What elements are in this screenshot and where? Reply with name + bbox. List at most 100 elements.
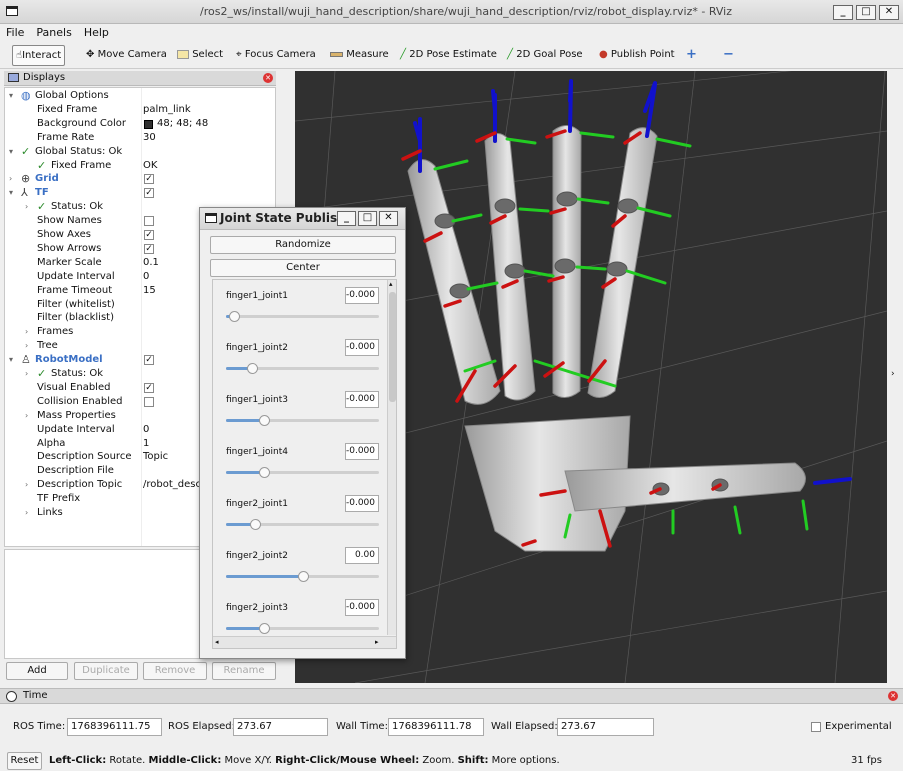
collapsed-arrow-icon[interactable]: › xyxy=(25,367,33,381)
wall-time-field[interactable]: 1768396111.78 xyxy=(388,718,484,736)
joint-value-field[interactable]: -0.000 xyxy=(345,495,379,512)
slider-handle[interactable] xyxy=(259,415,271,426)
slider-handle[interactable] xyxy=(259,623,271,634)
display-row-checkbox[interactable]: ✓ xyxy=(144,382,154,393)
expand-arrow-icon[interactable]: ▾ xyxy=(9,186,17,200)
joint-value-field[interactable]: 0.00 xyxy=(345,547,379,564)
scroll-handle[interactable] xyxy=(389,292,396,402)
display-tree-row[interactable]: ✓ Fixed Frame OK xyxy=(5,159,275,173)
display-row-value[interactable]: /robot_descr xyxy=(143,478,205,492)
joint-value-field[interactable]: -0.000 xyxy=(345,339,379,356)
select-tool-button[interactable]: Select xyxy=(174,45,226,66)
joint-value-field[interactable]: -0.000 xyxy=(345,287,379,304)
scroll-up-icon[interactable]: ▴ xyxy=(389,280,393,288)
slider-handle[interactable] xyxy=(250,519,262,530)
jsp-close-button[interactable]: ✕ xyxy=(379,211,398,226)
slider-handle[interactable] xyxy=(228,311,240,322)
display-tree-row[interactable]: Frame Rate 30 xyxy=(5,131,275,145)
display-tree-row[interactable]: ▾ ◍ Global Options xyxy=(5,89,275,103)
joint-value-field[interactable]: -0.000 xyxy=(345,599,379,616)
display-tree-row[interactable]: › ⊕ Grid ✓ xyxy=(5,172,275,186)
expand-arrow-icon[interactable]: ▾ xyxy=(9,89,17,103)
display-row-checkbox[interactable]: ✓ xyxy=(144,188,154,199)
window-menu-icon[interactable] xyxy=(6,6,18,16)
close-panel-icon[interactable]: ✕ xyxy=(263,73,273,83)
jsp-title-bar[interactable]: Joint State Publis... _ □ ✕ xyxy=(200,208,405,230)
ros-elapsed-field[interactable]: 273.67 xyxy=(233,718,328,736)
display-row-checkbox[interactable]: ✓ xyxy=(144,355,154,366)
display-row-value[interactable]: 1 xyxy=(143,437,149,451)
reset-button[interactable]: Reset xyxy=(7,752,42,770)
joint-value-field[interactable]: -0.000 xyxy=(345,391,379,408)
slider-handle[interactable] xyxy=(259,467,271,478)
joint-slider-list[interactable]: ▴ ◂ ▸ finger1_joint1 -0.000 finger1_joint2… xyxy=(212,279,397,649)
display-row-value[interactable]: 0 xyxy=(143,423,149,437)
display-row-value[interactable]: palm_link xyxy=(143,103,191,117)
menu-panels[interactable]: Panels xyxy=(30,24,77,41)
add-tool-icon[interactable]: + xyxy=(683,45,700,66)
expand-arrow-icon[interactable]: ▾ xyxy=(9,145,17,159)
display-row-value[interactable]: OK xyxy=(143,159,157,173)
collapsed-arrow-icon[interactable]: › xyxy=(9,172,17,186)
pose-estimate-tool-button[interactable]: ╱ 2D Pose Estimate xyxy=(397,45,500,66)
center-button[interactable]: Center xyxy=(210,259,396,277)
interact-tool-button[interactable]: ☝Interact xyxy=(12,45,66,66)
display-tree-row[interactable]: Background Color 48; 48; 48 xyxy=(5,117,275,131)
ros-time-field[interactable]: 1768396111.75 xyxy=(67,718,162,736)
close-button[interactable]: ✕ xyxy=(879,5,899,20)
jsp-window-menu-icon[interactable] xyxy=(205,213,217,223)
menu-file[interactable]: File xyxy=(0,24,30,41)
maximize-button[interactable]: □ xyxy=(856,5,876,20)
joint-slider[interactable] xyxy=(226,311,379,322)
remove-tool-icon[interactable]: − xyxy=(720,45,737,66)
close-time-panel-icon[interactable]: ✕ xyxy=(888,691,898,701)
joint-slider[interactable] xyxy=(226,363,379,374)
measure-tool-button[interactable]: Measure xyxy=(327,45,392,66)
background-color-swatch[interactable] xyxy=(144,119,153,129)
joint-slider[interactable] xyxy=(226,623,379,634)
experimental-checkbox[interactable] xyxy=(811,722,821,732)
jsp-minimize-button[interactable]: _ xyxy=(337,211,356,226)
expand-arrow-icon[interactable]: ▾ xyxy=(9,353,17,367)
add-display-button[interactable]: Add xyxy=(6,662,68,680)
joint-slider[interactable] xyxy=(226,415,379,426)
randomize-button[interactable]: Randomize xyxy=(210,236,396,254)
goal-pose-tool-button[interactable]: ╱ 2D Goal Pose xyxy=(504,45,586,66)
display-row-value[interactable]: Topic xyxy=(143,450,168,464)
publish-point-tool-button[interactable]: ● Publish Point xyxy=(596,45,678,66)
display-tree-row[interactable]: ▾ ✓ Global Status: Ok xyxy=(5,145,275,159)
joint-state-publisher-window[interactable]: Joint State Publis... _ □ ✕ Randomize Ce… xyxy=(199,207,406,659)
rename-display-button[interactable]: Rename xyxy=(212,662,276,680)
joint-slider[interactable] xyxy=(226,467,379,478)
viewport-side-handle[interactable]: › xyxy=(887,71,903,683)
display-row-checkbox[interactable]: ✓ xyxy=(144,174,154,185)
display-row-value[interactable]: 30 xyxy=(143,131,156,145)
display-row-value[interactable]: 15 xyxy=(143,284,156,298)
joint-slider[interactable] xyxy=(226,519,379,530)
slider-handle[interactable] xyxy=(247,363,258,374)
vertical-scrollbar[interactable]: ▴ xyxy=(387,280,396,635)
joint-value-field[interactable]: -0.000 xyxy=(345,443,379,460)
collapsed-arrow-icon[interactable]: › xyxy=(25,200,33,214)
menu-help[interactable]: Help xyxy=(78,24,115,41)
joint-slider[interactable] xyxy=(226,571,379,582)
display-row-value[interactable]: 0.1 xyxy=(143,256,159,270)
duplicate-display-button[interactable]: Duplicate xyxy=(74,662,138,680)
display-row-value[interactable]: 48; 48; 48 xyxy=(157,117,208,131)
collapsed-arrow-icon[interactable]: › xyxy=(25,478,33,492)
display-row-checkbox[interactable]: ✓ xyxy=(144,243,154,254)
collapsed-arrow-icon[interactable]: › xyxy=(25,339,33,353)
minimize-button[interactable]: _ xyxy=(833,5,853,20)
display-tree-row[interactable]: ▾ ⅄ TF ✓ xyxy=(5,186,275,200)
jsp-maximize-button[interactable]: □ xyxy=(358,211,377,226)
slider-handle[interactable] xyxy=(297,571,309,582)
focus-camera-tool-button[interactable]: ⌖ Focus Camera xyxy=(233,45,319,66)
move-camera-tool-button[interactable]: ✥ Move Camera xyxy=(83,45,170,66)
display-row-checkbox[interactable]: ✓ xyxy=(144,230,154,240)
collapsed-arrow-icon[interactable]: › xyxy=(25,409,33,423)
display-row-value[interactable]: 0 xyxy=(143,270,149,284)
display-row-checkbox[interactable] xyxy=(144,216,154,227)
title-bar[interactable]: /ros2_ws/install/wuji_hand_description/s… xyxy=(0,0,903,24)
collapsed-arrow-icon[interactable]: › xyxy=(25,506,33,520)
display-tree-row[interactable]: Fixed Frame palm_link xyxy=(5,103,275,117)
